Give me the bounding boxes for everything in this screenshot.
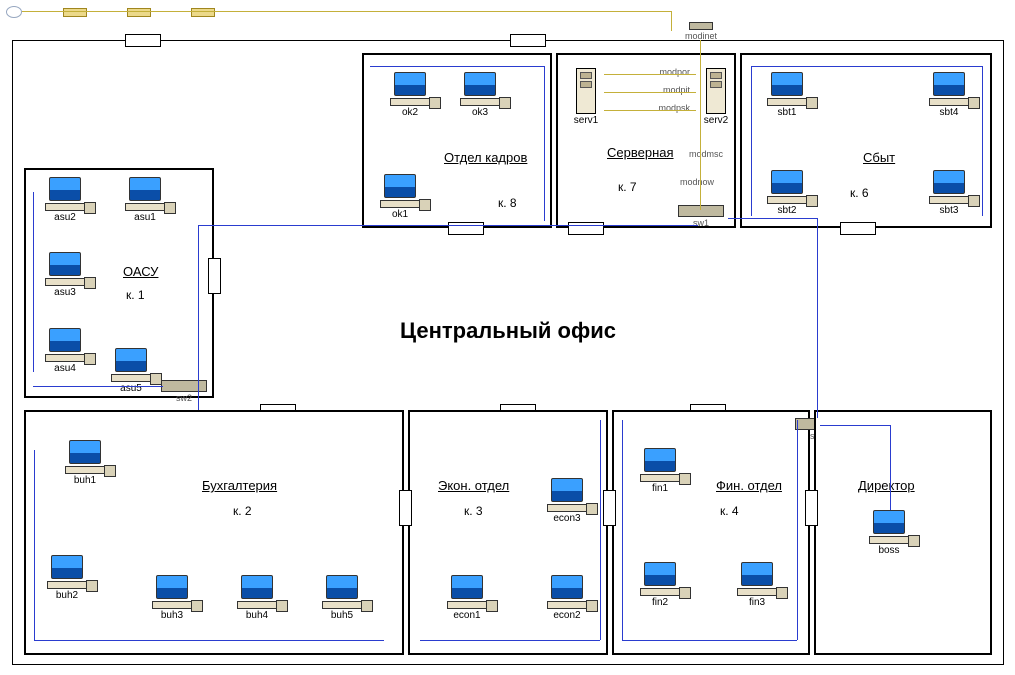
room-oasu-no: к. 1 <box>126 288 145 302</box>
door <box>603 490 616 526</box>
wire <box>34 450 35 640</box>
pc-fin3: fin3 <box>730 562 784 608</box>
pc-ok2: ok2 <box>383 72 437 118</box>
room-sbyt-title: Сбыт <box>863 150 895 165</box>
door <box>805 490 818 526</box>
pc-sbt2: sbt2 <box>760 170 814 216</box>
room-srv-title: Серверная <box>607 145 674 160</box>
wire <box>751 66 752 216</box>
wire <box>604 92 696 93</box>
wire <box>604 110 696 111</box>
pc-ok3: ok3 <box>453 72 507 118</box>
pc-buh5: buh5 <box>315 575 369 621</box>
wire <box>420 640 600 641</box>
pc-buh1: buh1 <box>58 440 112 486</box>
wire <box>198 225 698 226</box>
room-buh-title: Бухгалтерия <box>202 478 277 493</box>
door <box>568 222 604 235</box>
pc-econ2: econ2 <box>540 575 594 621</box>
wallplate-icon <box>127 8 151 17</box>
pc-econ1: econ1 <box>440 575 494 621</box>
pc-asu4: asu4 <box>38 328 92 374</box>
wire <box>544 66 545 221</box>
wire <box>33 386 163 387</box>
room-okadr-no: к. 8 <box>498 196 517 210</box>
cloud-icon <box>6 6 22 18</box>
modem-modpor: modpor <box>620 66 690 77</box>
room-srv-no: к. 7 <box>618 180 637 194</box>
pc-asu2: asu2 <box>38 177 92 223</box>
switch-sw2: sw2 <box>160 380 208 403</box>
room-dir-title: Директор <box>858 478 915 493</box>
modem-modinet: modinet <box>671 22 731 41</box>
wire <box>728 218 818 219</box>
door <box>510 34 546 47</box>
door <box>399 490 412 526</box>
pc-buh2: buh2 <box>40 555 94 601</box>
modem-modnow: modnow <box>662 176 732 187</box>
door <box>448 222 484 235</box>
room-buh-no: к. 2 <box>233 504 252 518</box>
wallplate-icon <box>191 8 215 17</box>
main-title: Центральный офис <box>400 318 616 344</box>
room-econ-title: Экон. отдел <box>438 478 509 493</box>
pc-asu3: asu3 <box>38 252 92 298</box>
room-okadr-title: Отдел кадров <box>444 150 527 165</box>
pc-buh3: buh3 <box>145 575 199 621</box>
modem-modpsk: modpsk <box>620 102 690 113</box>
door <box>840 222 876 235</box>
room-fin-title: Фин. отдел <box>716 478 782 493</box>
door <box>125 34 161 47</box>
pc-asu1: asu1 <box>118 177 172 223</box>
pc-sbt4: sbt4 <box>922 72 976 118</box>
wire <box>33 192 34 372</box>
wire <box>982 66 983 216</box>
wire <box>622 420 623 640</box>
pc-sbt1: sbt1 <box>760 72 814 118</box>
wire <box>797 420 798 640</box>
wire <box>817 218 818 418</box>
wire <box>370 66 545 67</box>
wire <box>22 11 672 12</box>
room-fin-no: к. 4 <box>720 504 739 518</box>
pc-sbt3: sbt3 <box>922 170 976 216</box>
pc-econ3: econ3 <box>540 478 594 524</box>
server-serv2: serv2 <box>696 68 736 126</box>
modem-modpit: modpit <box>620 84 690 95</box>
pc-asu5: asu5 <box>104 348 158 394</box>
pc-buh4: buh4 <box>230 575 284 621</box>
room-oasu-title: ОАСУ <box>123 264 158 279</box>
wire <box>622 640 797 641</box>
wire <box>890 425 891 510</box>
room-sbyt-no: к. 6 <box>850 186 869 200</box>
pc-ok1: ok1 <box>373 174 427 220</box>
wire <box>820 425 890 426</box>
room-fin <box>612 410 810 655</box>
wallplate-icon <box>63 8 87 17</box>
pc-boss: boss <box>862 510 916 556</box>
room-econ-no: к. 3 <box>464 504 483 518</box>
wire <box>700 40 701 210</box>
wire <box>751 66 983 67</box>
modem-modmsc: modmsc <box>678 148 734 159</box>
wire <box>604 74 696 75</box>
wire <box>600 420 601 640</box>
door <box>208 258 221 294</box>
server-serv1: serv1 <box>566 68 606 126</box>
wire <box>34 640 384 641</box>
pc-fin1: fin1 <box>633 448 687 494</box>
pc-fin2: fin2 <box>633 562 687 608</box>
wire <box>198 225 199 410</box>
